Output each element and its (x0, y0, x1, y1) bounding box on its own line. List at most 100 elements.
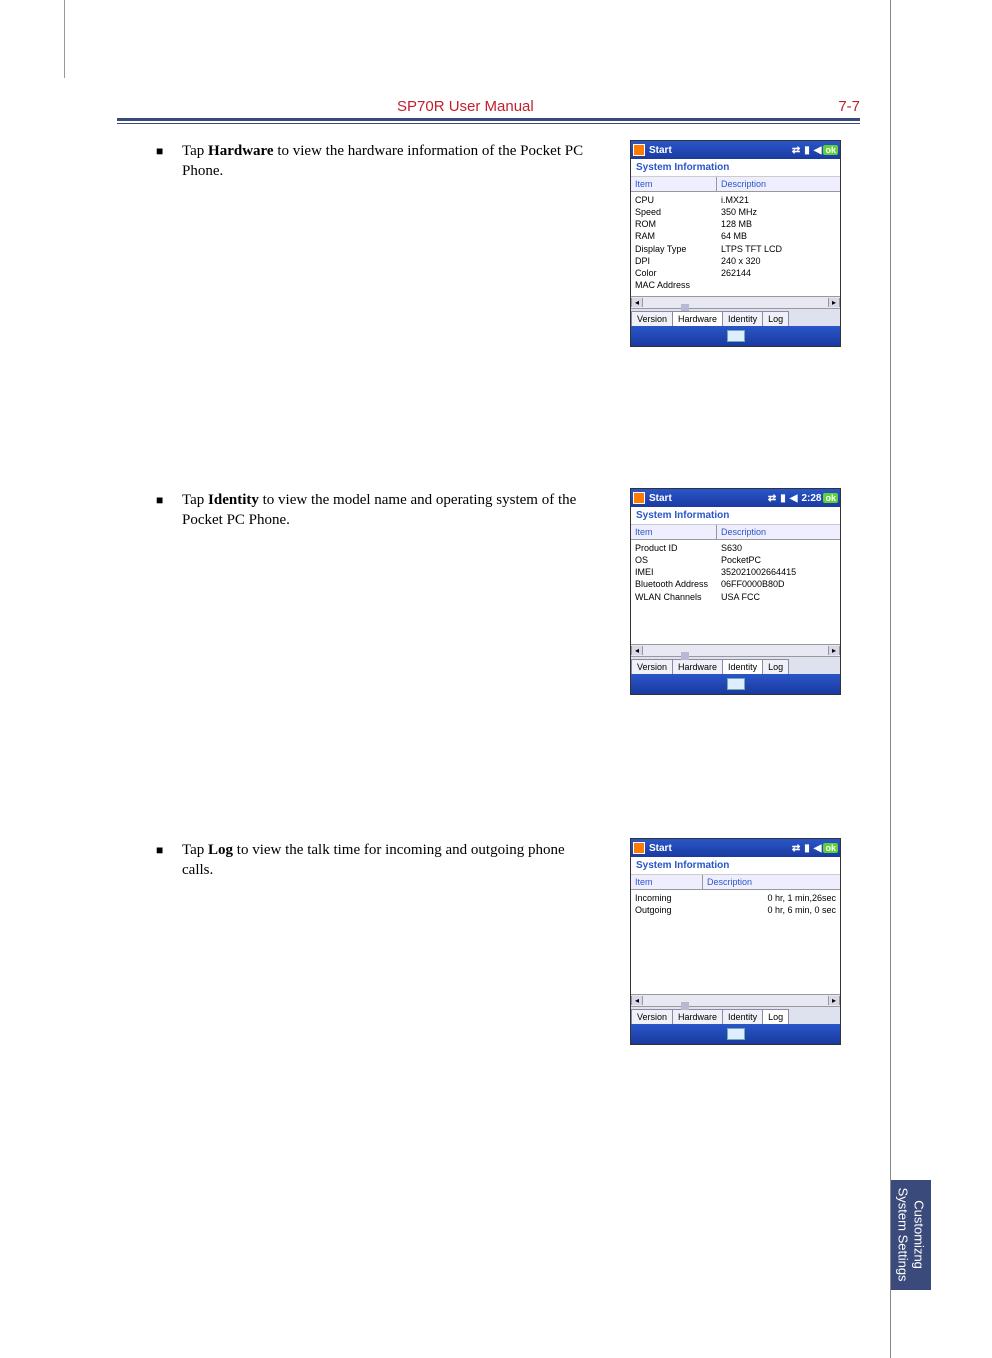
table-row: USA FCC (721, 591, 836, 603)
table-row: WLAN Channels (635, 591, 713, 603)
screenshot-log: Start ⇄ ▮ ◀ ok System Information Item D… (630, 838, 841, 1045)
start-label[interactable]: Start (649, 145, 672, 156)
tab-version[interactable]: Version (631, 1009, 673, 1024)
tab-log[interactable]: Log (762, 1009, 789, 1024)
connectivity-icon[interactable]: ⇄ (768, 493, 776, 504)
connectivity-icon[interactable]: ⇄ (792, 145, 800, 156)
info-items-col: Incoming Outgoing (631, 890, 703, 922)
table-row: LTPS TFT LCD (721, 243, 836, 255)
ok-button[interactable]: ok (823, 493, 838, 503)
tab-hardware[interactable]: Hardware (672, 659, 723, 674)
table-row: PocketPC (721, 554, 836, 566)
connectivity-icon[interactable]: ⇄ (792, 843, 800, 854)
table-row: ROM (635, 218, 713, 230)
speaker-icon[interactable]: ◀ (814, 145, 822, 156)
side-chapter-tab: Customizng System Settings (891, 1180, 931, 1290)
table-row: Display Type (635, 243, 713, 255)
side-tab-line1: Customizng (912, 1201, 927, 1270)
tab-log[interactable]: Log (762, 659, 789, 674)
title-bar: Start ⇄ ▮ ◀ ok (631, 839, 840, 857)
scroll-thumb[interactable] (681, 1002, 689, 1010)
table-row: IMEI (635, 566, 713, 578)
col-item: Item (631, 525, 717, 540)
tab-version[interactable]: Version (631, 311, 673, 326)
table-row: 64 MB (721, 230, 836, 242)
keyboard-icon[interactable] (727, 1028, 745, 1040)
tab-version[interactable]: Version (631, 659, 673, 674)
table-row: DPI (635, 255, 713, 267)
start-label[interactable]: Start (649, 843, 672, 854)
screenshot-hardware: Start ⇄ ▮ ◀ ok System Information Item D… (630, 140, 841, 347)
col-description: Description (717, 525, 840, 540)
bullet-2-text: Tap Identity to view the model name and … (182, 490, 592, 531)
table-row: 352021002664415 (721, 566, 836, 578)
scroll-left-icon[interactable]: ◂ (631, 996, 643, 1005)
table-row: S630 (721, 542, 836, 554)
speaker-icon[interactable]: ◀ (814, 843, 822, 854)
scroll-right-icon[interactable]: ▸ (828, 298, 840, 307)
window-subtitle: System Information (631, 507, 840, 525)
horizontal-scrollbar[interactable]: ◂ ▸ (631, 644, 840, 656)
window-subtitle: System Information (631, 159, 840, 177)
column-headers: Item Description (631, 177, 840, 192)
margin-mark (64, 0, 65, 78)
column-headers: Item Description (631, 875, 840, 890)
horizontal-scrollbar[interactable]: ◂ ▸ (631, 994, 840, 1006)
start-flag-icon[interactable] (633, 492, 645, 504)
tab-identity[interactable]: Identity (722, 659, 763, 674)
right-vertical-rule (890, 0, 891, 1358)
bullet-1-text: Tap Hardware to view the hardware inform… (182, 141, 592, 182)
column-headers: Item Description (631, 525, 840, 540)
tab-hardware[interactable]: Hardware (672, 311, 723, 326)
clock-label: 2:28 (801, 493, 821, 504)
scroll-thumb[interactable] (681, 652, 689, 660)
bullet-3-text: Tap Log to view the talk time for incomi… (182, 840, 592, 881)
screenshot-identity: Start ⇄ ▮ ◀ 2:28 ok System Information I… (630, 488, 841, 695)
table-row: 06FF0000B80D (721, 578, 836, 590)
info-table: Incoming Outgoing 0 hr, 1 min,26sec 0 hr… (631, 890, 840, 922)
side-tab-line2: System Settings (896, 1188, 911, 1282)
tab-hardware[interactable]: Hardware (672, 1009, 723, 1024)
table-row: Product ID (635, 542, 713, 554)
info-items-col: Product ID OS IMEI Bluetooth Address WLA… (631, 540, 717, 609)
table-row: Bluetooth Address (635, 578, 713, 590)
start-flag-icon[interactable] (633, 144, 645, 156)
tab-log[interactable]: Log (762, 311, 789, 326)
tab-bar: Version Hardware Identity Log (631, 656, 840, 674)
table-row: 350 MHz (721, 206, 836, 218)
keyboard-icon[interactable] (727, 330, 745, 342)
table-row: 0 hr, 1 min,26sec (707, 892, 836, 904)
table-row: 262144 (721, 267, 836, 279)
signal-icon[interactable]: ▮ (804, 843, 810, 854)
start-flag-icon[interactable] (633, 842, 645, 854)
bottom-bar (631, 674, 840, 694)
table-row: Outgoing (635, 904, 699, 916)
title-bar: Start ⇄ ▮ ◀ 2:28 ok (631, 489, 840, 507)
signal-icon[interactable]: ▮ (804, 145, 810, 156)
scroll-left-icon[interactable]: ◂ (631, 646, 643, 655)
header-page-number: 7-7 (838, 98, 860, 115)
scroll-right-icon[interactable]: ▸ (828, 996, 840, 1005)
scroll-right-icon[interactable]: ▸ (828, 646, 840, 655)
tab-identity[interactable]: Identity (722, 1009, 763, 1024)
table-row: CPU (635, 194, 713, 206)
signal-icon[interactable]: ▮ (780, 493, 786, 504)
info-desc-col: S630 PocketPC 352021002664415 06FF0000B8… (717, 540, 840, 609)
ok-button[interactable]: ok (823, 843, 838, 853)
info-table: CPU Speed ROM RAM Display Type DPI Color… (631, 192, 840, 296)
ok-button[interactable]: ok (823, 145, 838, 155)
tab-bar: Version Hardware Identity Log (631, 308, 840, 326)
keyboard-icon[interactable] (727, 678, 745, 690)
info-desc-col: 0 hr, 1 min,26sec 0 hr, 6 min, 0 sec (703, 890, 840, 922)
col-item: Item (631, 875, 703, 890)
scroll-left-icon[interactable]: ◂ (631, 298, 643, 307)
header-rule (117, 118, 860, 124)
col-description: Description (717, 177, 840, 192)
tab-identity[interactable]: Identity (722, 311, 763, 326)
horizontal-scrollbar[interactable]: ◂ ▸ (631, 296, 840, 308)
start-label[interactable]: Start (649, 493, 672, 504)
speaker-icon[interactable]: ◀ (790, 493, 798, 504)
info-items-col: CPU Speed ROM RAM Display Type DPI Color… (631, 192, 717, 296)
page-header: SP70R User Manual 7-7 (117, 98, 860, 120)
header-title: SP70R User Manual (397, 98, 534, 115)
